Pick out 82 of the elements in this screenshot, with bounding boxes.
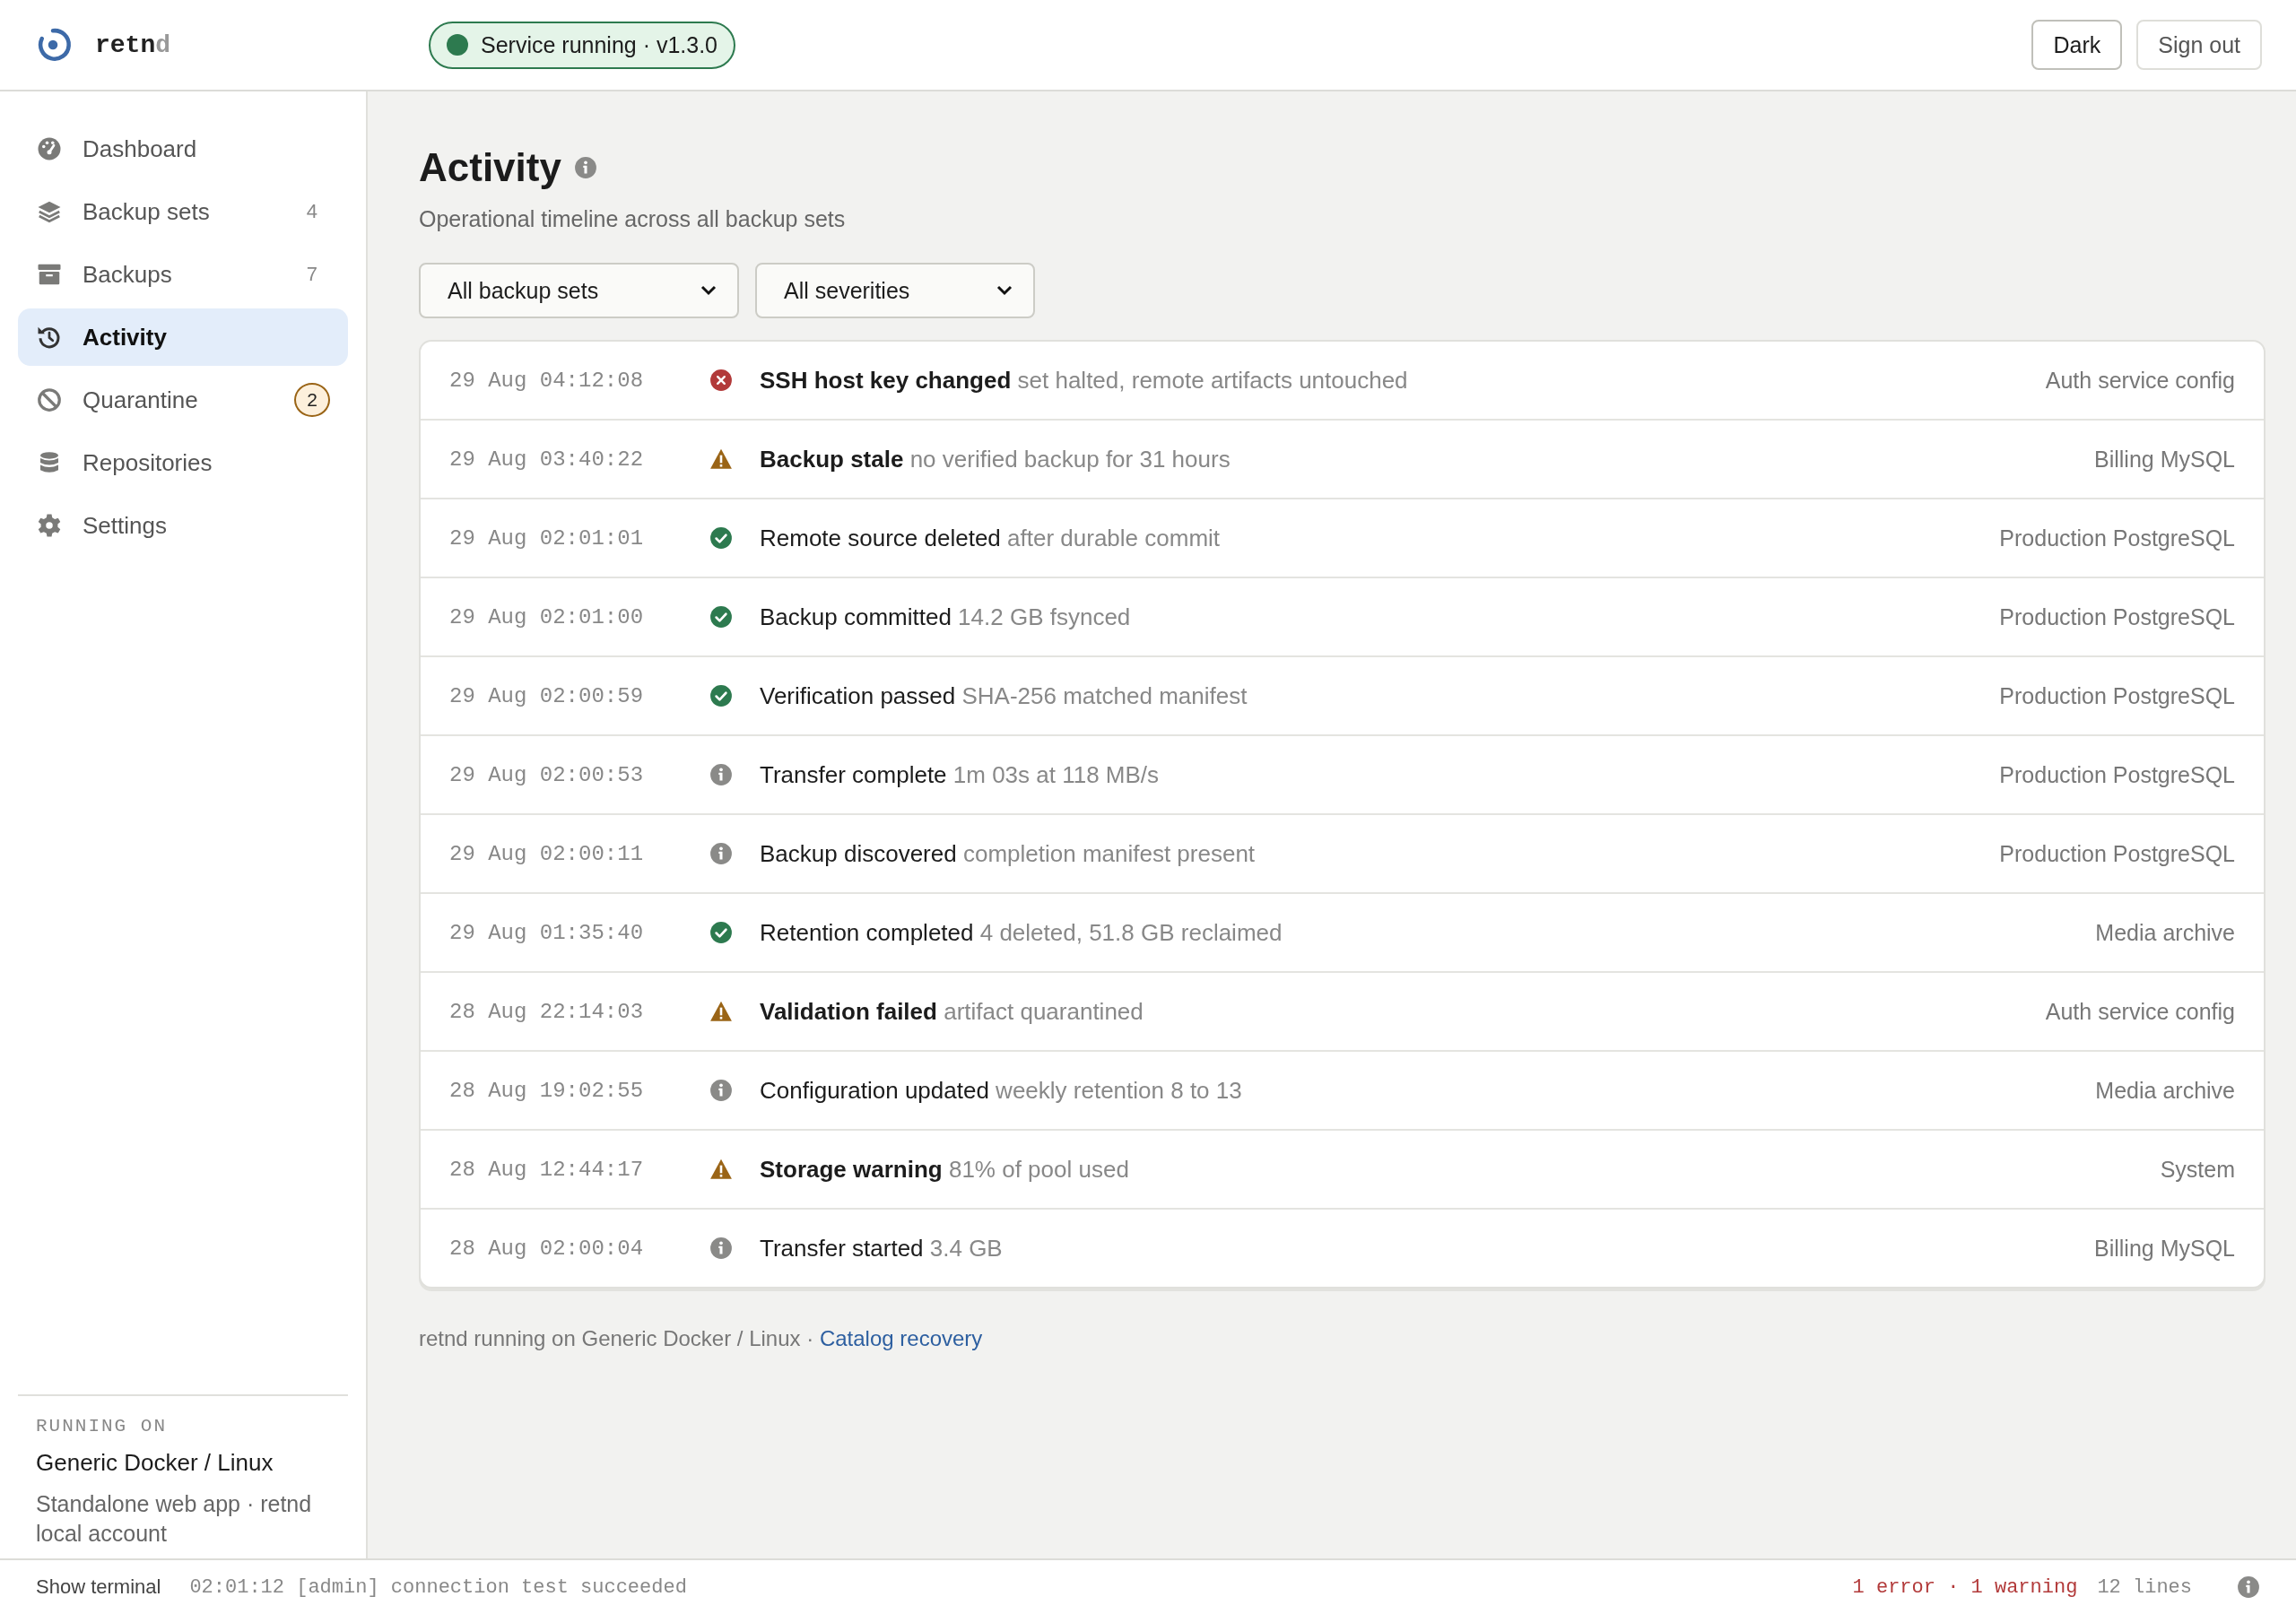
sidebar-item[interactable]: Backup sets 4 xyxy=(18,183,348,240)
service-status-badge: Service running · v1.3.0 xyxy=(429,21,736,69)
sign-out-button[interactable]: Sign out xyxy=(2136,20,2262,70)
event-message: Retention completed 4 deleted, 51.8 GB reclaimed xyxy=(760,918,1283,947)
event-message: Transfer complete 1m 03s at 118 MB/s xyxy=(760,760,1161,789)
event-source: Production PostgreSQL xyxy=(1999,603,2235,630)
event-source: Auth service config xyxy=(2045,998,2235,1025)
event-time: 28 Aug 19:02:55 xyxy=(449,1078,645,1103)
event-time: 29 Aug 02:01:00 xyxy=(449,604,645,629)
info-icon xyxy=(2237,1575,2260,1599)
event-source: Production PostgreSQL xyxy=(1999,682,2235,709)
event-source: Production PostgreSQL xyxy=(1999,761,2235,788)
event-time: 28 Aug 12:44:17 xyxy=(449,1157,645,1182)
event-source: System xyxy=(2160,1156,2235,1183)
info-icon xyxy=(573,156,597,179)
item-count: 7 xyxy=(306,263,317,286)
sidebar-item[interactable]: Repositories xyxy=(18,434,348,491)
event-message: Backup committed 14.2 GB fsynced xyxy=(760,603,1132,631)
warning-icon xyxy=(709,447,733,471)
check-icon xyxy=(709,921,733,944)
event-message: Configuration updated weekly retention 8 to 13 xyxy=(760,1076,1243,1105)
event-source: Auth service config xyxy=(2045,367,2235,394)
info-icon xyxy=(709,842,733,865)
event-message: Validation failed artifact quarantined xyxy=(760,997,1144,1026)
filter-dropdown[interactable]: All severities xyxy=(755,263,1035,318)
problem-count: 1 error · 1 warning xyxy=(1852,1575,2078,1599)
line-count: 12 lines xyxy=(2097,1575,2192,1599)
event-time: 29 Aug 02:00:59 xyxy=(449,683,645,708)
gauge-icon xyxy=(36,135,63,162)
event-time: 28 Aug 22:14:03 xyxy=(449,999,645,1024)
terminal-last-line: 02:01:12 [admin] connection test succeeded xyxy=(189,1575,688,1599)
platform-detail: Standalone web app · retnd local account xyxy=(36,1489,313,1549)
page-title: Activity xyxy=(419,145,561,190)
catalog-recovery-link[interactable]: Catalog recovery xyxy=(819,1326,983,1350)
event-time: 28 Aug 02:00:04 xyxy=(449,1236,645,1261)
filter-dropdown[interactable]: All backup sets xyxy=(419,263,739,318)
event-message: Verification passed SHA-256 matched manifest xyxy=(760,681,1248,710)
event-time: 29 Aug 01:35:40 xyxy=(449,920,645,945)
event-source: Billing MySQL xyxy=(2094,1235,2235,1262)
event-message: Transfer started 3.4 GB xyxy=(760,1234,1004,1263)
check-icon xyxy=(709,684,733,707)
event-time: 29 Aug 02:00:11 xyxy=(449,841,645,866)
platform-name: Generic Docker / Linux xyxy=(36,1448,274,1477)
event-source: Billing MySQL xyxy=(2094,446,2235,473)
event-message: Backup stale no verified backup for 31 hours xyxy=(760,445,1231,473)
sidebar-item[interactable]: Backups 7 xyxy=(18,246,348,303)
event-time: 29 Aug 02:01:01 xyxy=(449,525,645,551)
theme-button[interactable]: Dark xyxy=(2031,20,2123,70)
sidebar-item[interactable]: Quarantine 2 xyxy=(18,371,348,429)
event-message: Remote source deleted after durable commit xyxy=(760,524,1222,552)
page-subtitle: Operational timeline across all backup sets xyxy=(419,206,847,232)
item-count: 4 xyxy=(306,200,317,223)
event-time: 29 Aug 02:00:53 xyxy=(449,762,645,787)
event-message: SSH host key changed set halted, remote artifacts untouched xyxy=(760,366,1409,395)
caret-icon xyxy=(996,284,1013,297)
event-message: Storage warning 81% of pool used xyxy=(760,1155,1130,1184)
check-icon xyxy=(709,526,733,550)
settings-icon xyxy=(36,512,63,539)
event-time: 29 Aug 03:40:22 xyxy=(449,447,645,472)
count-badge: 2 xyxy=(294,383,330,417)
warning-icon xyxy=(709,1158,733,1181)
info-icon xyxy=(709,1237,733,1260)
prohibited-icon xyxy=(36,386,63,413)
sidebar-item[interactable]: Dashboard xyxy=(18,120,348,178)
section-caption: RUNNING ON xyxy=(36,1415,169,1436)
event-source: Production PostgreSQL xyxy=(1999,525,2235,551)
warning-icon xyxy=(709,1000,733,1023)
info-icon xyxy=(709,763,733,786)
error-icon xyxy=(709,369,733,392)
info-icon xyxy=(709,1079,733,1102)
event-source: Media archive xyxy=(2095,1077,2235,1104)
event-source: Production PostgreSQL xyxy=(1999,840,2235,867)
event-source: Media archive xyxy=(2095,919,2235,946)
check-icon xyxy=(709,605,733,629)
sidebar-item[interactable]: Activity xyxy=(18,308,348,366)
caret-icon xyxy=(700,284,718,297)
page-footer-text: retnd running on Generic Docker / Linux · Catalog recovery xyxy=(419,1326,984,1351)
event-time: 29 Aug 04:12:08 xyxy=(449,368,645,393)
event-message: Backup discovered completion manifest present xyxy=(760,839,1257,868)
sidebar-item[interactable]: Settings xyxy=(18,497,348,554)
app-name: retnd xyxy=(95,30,171,59)
show-terminal-link[interactable]: Show terminal xyxy=(36,1575,161,1599)
